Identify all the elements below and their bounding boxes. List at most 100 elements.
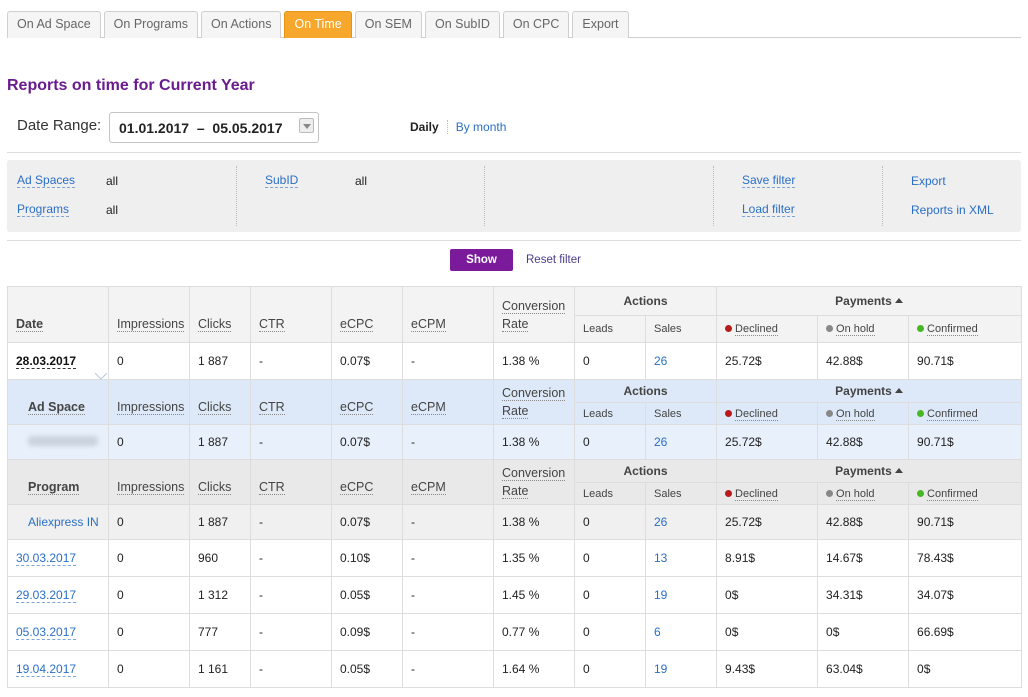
export-link[interactable]: Export [911,174,946,188]
sales-link[interactable]: 19 [654,662,667,676]
col-conversion[interactable]: Conversion [502,298,566,314]
date-range-picker[interactable]: 01.01.2017 – 05.05.2017 [109,112,319,143]
tab-on-actions[interactable]: On Actions [201,11,282,38]
divider [7,240,1021,241]
col-rate[interactable]: Rate [502,484,529,499]
col-rate[interactable]: Rate [502,404,529,419]
col-conversion[interactable]: Conversion [502,386,566,401]
col-sales[interactable]: Sales [644,402,718,425]
col-confirmed[interactable]: Confirmed [908,402,1023,425]
col-ctr[interactable]: CTR [259,480,285,495]
program-row[interactable]: Aliexpress IN 0 1 887 - 0.07$ - 1.38 % 0… [7,504,1023,540]
col-ctr[interactable]: CTR [259,316,285,332]
col-rate[interactable]: Rate [502,316,529,332]
sort-asc-icon [894,388,903,393]
col-clicks[interactable]: Clicks [198,400,232,415]
row-date-link[interactable]: 29.03.2017 [16,588,77,603]
row-date-link[interactable]: 30.03.2017 [16,551,77,566]
col-confirmed[interactable]: Confirmed [908,482,1023,505]
payments-label: Payments [835,464,892,478]
reset-filter-link[interactable]: Reset filter [526,254,581,266]
tab-on-subid[interactable]: On SubID [424,11,500,38]
sales-link[interactable]: 19 [654,588,667,602]
calendar-dropdown-icon[interactable] [299,118,314,133]
tab-on-sem[interactable]: On SEM [354,11,422,38]
save-filter-link[interactable]: Save filter [742,173,796,188]
col-leads[interactable]: Leads [574,482,646,505]
cell: 0 [574,424,646,460]
tab-on-time[interactable]: On Time [284,11,352,38]
on-hold-dot-icon [826,489,834,497]
cell: 42.88$ [817,342,910,380]
period-daily[interactable]: Daily [410,120,448,134]
cell: 0 [108,424,190,460]
row-date-link[interactable]: 05.03.2017 [16,625,77,640]
subid-filter-link[interactable]: SubID [265,173,299,188]
cell: - [250,504,332,540]
ad-space-row[interactable]: 0 1 887 - 0.07$ - 1.38 % 0 26 25.72$ 42.… [7,424,1023,460]
table-row[interactable]: 30.03.2017 0 960-0.10$ -1.35 % 0 13 8.91$ 14.67… [7,539,1023,577]
col-ecpc[interactable]: eCPC [340,400,374,415]
table-row-expanded[interactable]: 28.03.2017 0 1 887 - 0.07$ - 1.38 % 0 26… [7,342,1023,380]
col-group-payments[interactable]: Payments [716,286,1023,316]
table-row[interactable]: 19.04.2017 0 1 161-0.05$ -1.64 % 0 19 9.43$ 63.… [7,650,1023,688]
program-link[interactable]: Aliexpress IN [28,515,99,529]
tab-on-ad-space[interactable]: On Ad Space [7,11,101,38]
col-ecpc[interactable]: eCPC [340,316,374,332]
col-impressions[interactable]: Impressions [117,400,185,415]
col-program[interactable]: Program [28,480,80,495]
show-button[interactable]: Show [450,249,513,271]
col-leads[interactable]: Leads [574,402,646,425]
col-impressions[interactable]: Impressions [117,316,185,332]
col-clicks[interactable]: Clicks [198,316,232,332]
ad-spaces-filter-link[interactable]: Ad Spaces [17,173,76,188]
cell: - [402,576,494,614]
col-sales[interactable]: Sales [644,482,718,505]
reports-xml-link[interactable]: Reports in XML [911,203,994,217]
sales-link[interactable]: 26 [654,435,667,449]
sales-link[interactable]: 13 [654,551,667,565]
cell: 0 [574,504,646,540]
col-declined[interactable]: Declined [716,315,819,343]
col-date[interactable]: Date [16,316,44,332]
sales-link[interactable]: 26 [654,515,667,529]
tab-export[interactable]: Export [572,11,629,38]
cell: 25.72$ [716,342,819,380]
col-on-hold[interactable]: On hold [817,402,910,425]
col-declined[interactable]: Declined [716,402,819,425]
col-ecpm[interactable]: eCPM [411,316,446,332]
col-leads[interactable]: Leads [574,315,646,343]
table-row[interactable]: 29.03.2017 0 1 312-0.05$ -1.45 % 0 19 0$ 34.31$… [7,576,1023,614]
table-row[interactable]: 05.03.2017 0 777-0.09$ -0.77 % 0 6 0$ 0$ 66.69$ [7,613,1023,651]
col-on-hold[interactable]: On hold [817,482,910,505]
cell: 1.35 % [493,539,575,577]
tab-on-programs[interactable]: On Programs [103,11,199,38]
col-confirmed[interactable]: Confirmed [908,315,1023,343]
cell: 0$ [716,613,819,651]
col-ecpc[interactable]: eCPC [340,480,374,495]
separator [484,166,485,226]
tab-on-cpc[interactable]: On CPC [502,11,570,38]
period-by-month[interactable]: By month [448,120,507,134]
col-declined[interactable]: Declined [716,482,819,505]
load-filter-link[interactable]: Load filter [742,202,795,217]
row-date-link[interactable]: 19.04.2017 [16,662,77,677]
ad-space-name-redacted[interactable] [28,436,98,446]
cell: - [250,576,332,614]
col-ecpm[interactable]: eCPM [411,400,446,415]
cell: 1 312 [189,576,251,614]
programs-filter-link[interactable]: Programs [17,202,70,217]
col-conversion[interactable]: Conversion [502,466,566,481]
col-group-payments[interactable]: Payments [716,459,1023,483]
col-ad-space[interactable]: Ad Space [28,400,85,415]
sales-link[interactable]: 6 [654,625,661,639]
col-sales[interactable]: Sales [644,315,718,343]
sales-link[interactable]: 26 [654,354,667,368]
col-impressions[interactable]: Impressions [117,480,185,495]
col-on-hold[interactable]: On hold [817,315,910,343]
col-clicks[interactable]: Clicks [198,480,232,495]
col-ecpm[interactable]: eCPM [411,480,446,495]
col-ctr[interactable]: CTR [259,400,285,415]
row-date[interactable]: 28.03.2017 [16,354,77,369]
col-group-payments[interactable]: Payments [716,379,1023,403]
